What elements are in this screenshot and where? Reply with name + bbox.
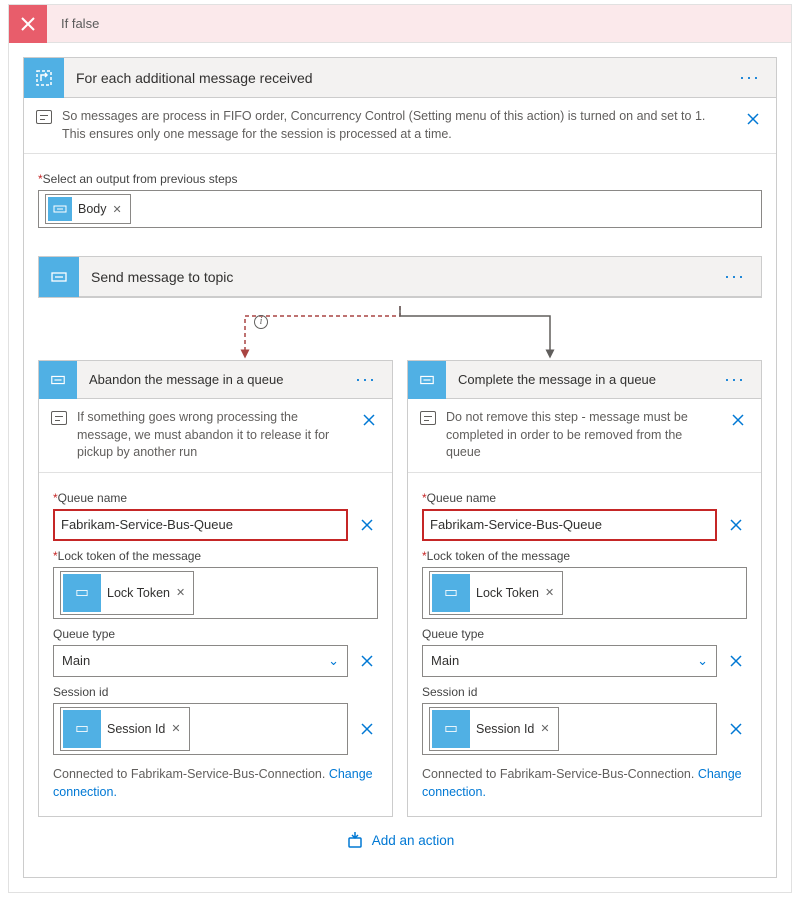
lock-token-remove[interactable]: ✕: [545, 586, 554, 599]
abandon-queue-name-input[interactable]: Fabrikam-Service-Bus-Queue: [53, 509, 348, 541]
send-topic-menu-button[interactable]: ···: [716, 266, 753, 287]
servicebus-icon: [408, 361, 446, 399]
add-action-button[interactable]: Add an action: [38, 817, 762, 863]
servicebus-icon: [39, 257, 79, 297]
session-id-token[interactable]: Session Id ✕: [60, 707, 190, 751]
comment-icon: [51, 411, 67, 425]
chevron-down-icon: ⌄: [697, 653, 708, 669]
abandon-menu-button[interactable]: ···: [347, 369, 384, 390]
if-false-label: If false: [47, 16, 99, 31]
info-icon[interactable]: i: [254, 315, 268, 329]
abandon-queue-clear[interactable]: [356, 514, 378, 536]
output-input[interactable]: Body ✕: [38, 190, 762, 228]
servicebus-icon: [432, 574, 470, 612]
complete-connection-text: Connected to Fabrikam-Service-Bus-Connec…: [422, 765, 747, 803]
complete-queue-type-clear[interactable]: [725, 650, 747, 672]
abandon-session-id-input[interactable]: Session Id ✕: [53, 703, 348, 755]
session-id-label: Session id: [422, 685, 747, 699]
complete-queue-type-select[interactable]: Main ⌄: [422, 645, 717, 677]
foreach-note: So messages are process in FIFO order, C…: [24, 98, 776, 154]
session-id-remove[interactable]: ✕: [540, 722, 549, 735]
output-label: *Select an output from previous steps: [38, 172, 762, 186]
session-id-remove[interactable]: ✕: [171, 722, 180, 735]
abandon-queue-type-clear[interactable]: [356, 650, 378, 672]
abandon-header[interactable]: Abandon the message in a queue ···: [39, 361, 392, 399]
add-action-label: Add an action: [372, 833, 455, 848]
abandon-lock-token-input[interactable]: Lock Token ✕: [53, 567, 378, 619]
complete-menu-button[interactable]: ···: [716, 369, 753, 390]
comment-icon: [420, 411, 436, 425]
branch-connectors: i: [38, 306, 762, 360]
queue-type-label: Queue type: [422, 627, 747, 641]
send-topic-title: Send message to topic: [79, 269, 716, 285]
foreach-menu-button[interactable]: ···: [731, 67, 768, 88]
queue-name-label: Queue name: [427, 491, 496, 505]
foreach-note-close[interactable]: [742, 108, 764, 130]
servicebus-icon: [432, 710, 470, 748]
servicebus-icon: [63, 574, 101, 612]
lock-token-label: Lock token of the message: [58, 549, 201, 563]
complete-action: Complete the message in a queue ··· Do n…: [407, 360, 762, 817]
abandon-session-clear[interactable]: [356, 718, 378, 740]
foreach-header[interactable]: For each additional message received ···: [24, 58, 776, 98]
body-token[interactable]: Body ✕: [45, 194, 131, 224]
abandon-note: If something goes wrong processing the m…: [39, 399, 392, 473]
abandon-title: Abandon the message in a queue: [77, 372, 347, 387]
complete-queue-clear[interactable]: [725, 514, 747, 536]
chevron-down-icon: ⌄: [328, 653, 339, 669]
comment-icon: [36, 110, 52, 124]
body-token-label: Body: [78, 202, 107, 216]
servicebus-icon: [39, 361, 77, 399]
queue-name-label: Queue name: [58, 491, 127, 505]
if-false-header: If false: [9, 5, 791, 43]
complete-session-clear[interactable]: [725, 718, 747, 740]
servicebus-icon: [48, 197, 72, 221]
complete-session-id-input[interactable]: Session Id ✕: [422, 703, 717, 755]
queue-type-label: Queue type: [53, 627, 378, 641]
send-topic-header[interactable]: Send message to topic ···: [39, 257, 761, 297]
complete-note-text: Do not remove this step - message must b…: [446, 409, 717, 462]
foreach-title: For each additional message received: [64, 70, 731, 86]
complete-title: Complete the message in a queue: [446, 372, 716, 387]
foreach-action: For each additional message received ···…: [23, 57, 777, 878]
complete-lock-token-input[interactable]: Lock Token ✕: [422, 567, 747, 619]
abandon-note-text: If something goes wrong processing the m…: [77, 409, 348, 462]
complete-note: Do not remove this step - message must b…: [408, 399, 761, 473]
close-icon: [9, 5, 47, 43]
session-id-label: Session id: [53, 685, 378, 699]
session-id-token[interactable]: Session Id ✕: [429, 707, 559, 751]
abandon-action: Abandon the message in a queue ··· If so…: [38, 360, 393, 817]
abandon-note-close[interactable]: [358, 409, 380, 431]
complete-queue-name-input[interactable]: Fabrikam-Service-Bus-Queue: [422, 509, 717, 541]
servicebus-icon: [63, 710, 101, 748]
foreach-note-text: So messages are process in FIFO order, C…: [62, 108, 732, 143]
if-false-container: If false For each additional message rec…: [8, 4, 792, 893]
send-topic-action: Send message to topic ···: [38, 256, 762, 298]
lock-token-remove[interactable]: ✕: [176, 586, 185, 599]
abandon-connection-text: Connected to Fabrikam-Service-Bus-Connec…: [53, 765, 378, 803]
lock-token-label: Lock token of the message: [427, 549, 570, 563]
add-action-icon: [346, 831, 364, 849]
body-token-remove[interactable]: ✕: [113, 203, 122, 216]
lock-token-token[interactable]: Lock Token ✕: [60, 571, 194, 615]
abandon-queue-type-select[interactable]: Main ⌄: [53, 645, 348, 677]
complete-header[interactable]: Complete the message in a queue ···: [408, 361, 761, 399]
loop-icon: [24, 58, 64, 98]
complete-note-close[interactable]: [727, 409, 749, 431]
lock-token-token[interactable]: Lock Token ✕: [429, 571, 563, 615]
